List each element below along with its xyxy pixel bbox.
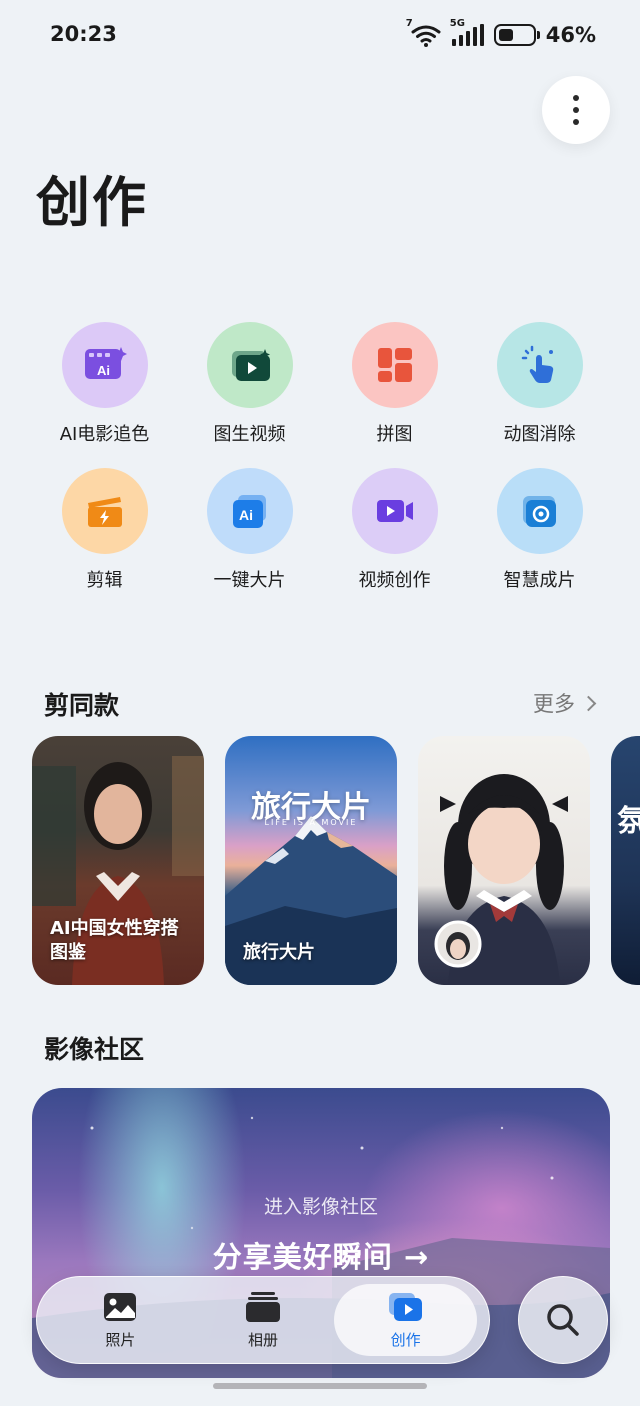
wifi-badge: 7 — [405, 18, 413, 29]
tool-label: AI电影追色 — [59, 424, 150, 445]
albums-icon — [246, 1291, 280, 1322]
clip-edit-icon — [61, 468, 148, 554]
status-time: 20:23 — [50, 22, 117, 46]
status-bar: 20:23 7 5G 46% — [0, 0, 640, 72]
more-options-button[interactable] — [542, 76, 610, 144]
svg-text:Ai: Ai — [239, 507, 253, 523]
wifi-icon: 7 — [406, 18, 442, 48]
tool-motion-erase[interactable]: 动图消除 — [467, 322, 612, 446]
battery-fill — [498, 29, 514, 41]
templates-section-title: 剪同款 — [44, 691, 120, 720]
community-section-title: 影像社区 — [44, 1035, 145, 1064]
tool-ai-film-color[interactable]: Ai AI电影追色 — [32, 322, 177, 446]
template-label: 氛 — [617, 804, 640, 839]
tool-label: 视频创作 — [358, 570, 431, 591]
tool-one-tap-movie[interactable]: Ai 一键大片 — [177, 468, 322, 592]
motion-erase-icon — [496, 322, 583, 408]
template-label: AI中国女性穿搭图鉴 — [50, 918, 179, 963]
nav-item-photos[interactable]: 照片 — [49, 1284, 192, 1356]
battery-icon — [493, 24, 540, 46]
svg-text:Ai: Ai — [97, 363, 110, 378]
nav-label: 照片 — [105, 1330, 136, 1349]
bottom-nav-bar: 照片 相册 创作 — [36, 1276, 490, 1364]
tool-smart-film[interactable]: 智慧成片 — [467, 468, 612, 592]
more-label: 更多 — [533, 692, 575, 716]
smart-film-icon — [496, 468, 583, 554]
ai-one-tap-icon: Ai — [206, 468, 293, 554]
banner-subtitle: 进入影像社区 — [263, 1196, 378, 1218]
create-icon — [388, 1292, 422, 1321]
nav-label: 创作 — [390, 1330, 421, 1349]
battery-percent: 46% — [545, 23, 596, 47]
poster-subtitle: LIFE IS A MOVIE — [264, 818, 358, 827]
tools-grid: Ai AI电影追色 图生视频 拼图 动图消除 剪辑 Ai 一键大片 视频创作 智… — [32, 322, 612, 592]
tool-label: 一键大片 — [213, 570, 286, 591]
tool-clip-edit[interactable]: 剪辑 — [32, 468, 177, 592]
tool-image-to-video[interactable]: 图生视频 — [177, 322, 322, 446]
tool-label: 图生视频 — [213, 424, 286, 445]
more-templates-link[interactable]: 更多 — [533, 688, 597, 718]
template-label: 旅行大片 — [243, 942, 315, 963]
video-camera-icon — [351, 468, 438, 554]
templates-carousel[interactable]: AI中国女性穿搭图鉴 旅行大片 LIFE IS A MOVIE 旅行大片 氛 — [32, 736, 640, 986]
nav-label: 相册 — [248, 1330, 279, 1349]
network-type: 5G — [449, 18, 465, 29]
tool-collage[interactable]: 拼图 — [322, 322, 467, 446]
photo-icon — [104, 1292, 137, 1321]
tool-label: 剪辑 — [86, 570, 123, 591]
nav-item-albums[interactable]: 相册 — [192, 1284, 335, 1356]
more-dots-icon — [573, 95, 579, 101]
search-icon — [547, 1304, 579, 1336]
nav-item-create[interactable]: 创作 — [334, 1284, 478, 1356]
search-button[interactable] — [518, 1276, 608, 1364]
home-indicator — [213, 1383, 427, 1389]
banner-title: 分享美好瞬间 → — [212, 1240, 430, 1274]
template-card[interactable]: AI中国女性穿搭图鉴 — [32, 736, 204, 985]
tool-label: 动图消除 — [503, 424, 576, 445]
template-card[interactable]: 旅行大片 LIFE IS A MOVIE 旅行大片 — [225, 736, 397, 985]
page-title: 创作 — [36, 171, 148, 234]
tool-label: 智慧成片 — [503, 570, 576, 591]
chevron-right-icon — [580, 695, 597, 711]
image-to-video-icon — [206, 322, 293, 408]
cellular-signal-icon: 5G — [450, 18, 484, 46]
template-card[interactable]: 氛 — [611, 736, 640, 985]
tool-label: 拼图 — [376, 424, 413, 445]
status-indicators: 7 5G 46% — [406, 18, 596, 48]
ai-film-icon: Ai — [61, 322, 148, 408]
tool-video-create[interactable]: 视频创作 — [322, 468, 467, 592]
template-card[interactable] — [418, 736, 590, 985]
collage-icon — [351, 322, 438, 408]
portrait-girl-image — [434, 774, 568, 985]
